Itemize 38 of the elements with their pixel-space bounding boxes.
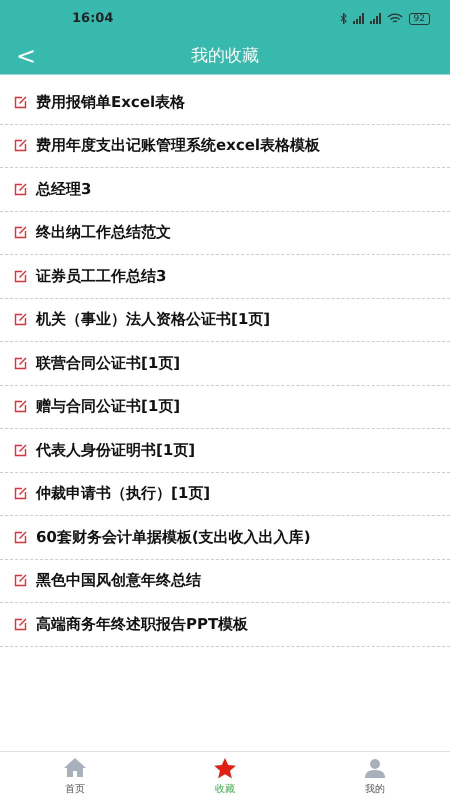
- favorite-item[interactable]: 终出纳工作总结范文: [0, 212, 450, 255]
- bluetooth-icon: [340, 13, 347, 24]
- favorite-item[interactable]: 总经理3: [0, 168, 450, 212]
- edit-icon: [14, 530, 27, 544]
- nav-tab[interactable]: 我的: [300, 752, 450, 800]
- edit-icon: [14, 400, 27, 414]
- signal-icon: [352, 13, 364, 24]
- edit-icon: [14, 574, 27, 588]
- signal-icon: [370, 13, 381, 24]
- favorite-item[interactable]: 证券员工工作总结3: [0, 255, 450, 298]
- favorite-item[interactable]: 黑色中国风创意年终总结: [0, 560, 450, 603]
- edit-icon: [14, 444, 27, 457]
- edit-icon: [14, 313, 27, 326]
- favorite-item[interactable]: 仲裁申请书（执行）[1页]: [0, 472, 450, 516]
- nav-tab[interactable]: 首页: [0, 752, 150, 800]
- edit-icon: [14, 618, 27, 631]
- person-icon: [363, 756, 387, 778]
- edit-icon: [14, 226, 27, 240]
- wifi-icon: [386, 13, 403, 24]
- edit-icon: [14, 356, 27, 370]
- home-icon: [63, 756, 87, 778]
- favorite-item[interactable]: 费用报销单Excel表格: [0, 81, 450, 124]
- edit-icon: [14, 270, 27, 283]
- favorite-item[interactable]: 机关（事业）法人资格公证书[1页]: [0, 298, 450, 342]
- battery-indicator: 92: [408, 12, 430, 24]
- page-title: 我的收藏: [191, 45, 259, 67]
- favorite-item[interactable]: 费用年度支出记账管理系统excel表格模板: [0, 124, 450, 168]
- edit-icon: [14, 96, 27, 109]
- edit-icon: [14, 182, 27, 196]
- favorite-item[interactable]: 代表人身份证明书[1页]: [0, 429, 450, 472]
- status-time: 16:04: [72, 11, 114, 26]
- favorite-item[interactable]: 联营合同公证书[1页]: [0, 342, 450, 386]
- favorite-item[interactable]: 高端商务年终述职报告PPT模板: [0, 603, 450, 646]
- edit-icon: [14, 487, 27, 500]
- favorite-item[interactable]: 60套财务会计单据模板(支出收入出入库): [0, 516, 450, 560]
- favorite-item[interactable]: 赠与合同公证书[1页]: [0, 386, 450, 429]
- edit-icon: [14, 139, 27, 152]
- star-icon: [213, 756, 237, 778]
